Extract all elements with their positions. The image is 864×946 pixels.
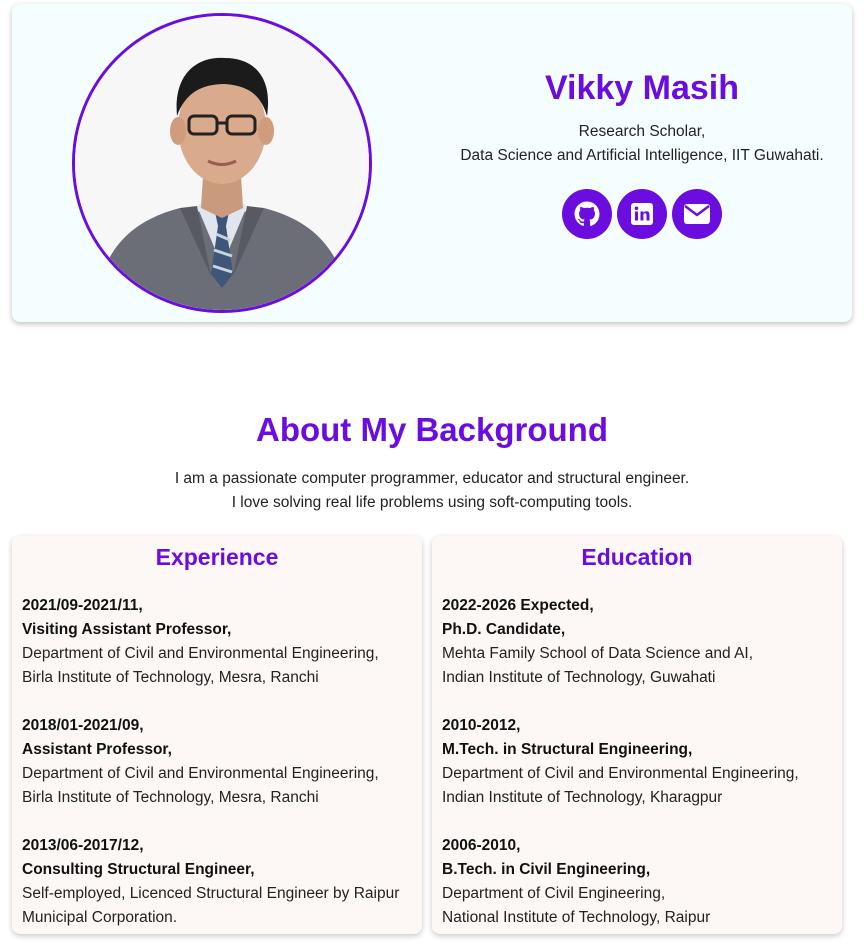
experience-item: 2021/09-2021/11, Visiting Assistant Prof… <box>22 594 412 690</box>
email-button[interactable] <box>672 189 722 239</box>
experience-detail: Self-employed, Licenced Structural Engin… <box>22 885 400 902</box>
profile-name: Vikky Masih <box>544 69 740 107</box>
education-degree: Ph.D. Candidate, <box>442 621 566 638</box>
linkedin-button[interactable] <box>617 189 667 239</box>
role-line-2: Data Science and Artificial Intelligence… <box>460 147 824 164</box>
experience-detail: Municipal Corporation. <box>22 909 178 926</box>
about-line-2: I love solving real life problems using … <box>231 494 633 511</box>
envelope-icon <box>684 204 710 224</box>
education-date: 2022-2026 Expected, <box>442 597 594 614</box>
education-detail: Mehta Family School of Data Science and … <box>442 645 754 662</box>
experience-position: Assistant Professor, <box>22 741 172 758</box>
social-links <box>432 189 852 239</box>
experience-detail: Birla Institute of Technology, Mesra, Ra… <box>22 669 319 686</box>
profile-header: Vikky Masih Research Scholar, Data Scien… <box>12 4 852 322</box>
experience-title: Experience <box>155 544 279 570</box>
profile-intro: Vikky Masih Research Scholar, Data Scien… <box>432 64 852 239</box>
education-item: 2006-2010, B.Tech. in Civil Engineering,… <box>442 834 832 930</box>
education-detail: National Institute of Technology, Raipur <box>442 909 711 926</box>
experience-item: 2013/06-2017/12, Consulting Structural E… <box>22 834 412 930</box>
experience-date: 2013/06-2017/12, <box>22 837 144 854</box>
experience-card: Experience 2021/09-2021/11, Visiting Ass… <box>12 536 422 934</box>
experience-date: 2021/09-2021/11, <box>22 597 143 614</box>
education-degree: M.Tech. in Structural Engineering, <box>442 741 693 758</box>
profile-role: Research Scholar, Data Science and Artif… <box>432 120 852 168</box>
experience-list: 2021/09-2021/11, Visiting Assistant Prof… <box>22 594 412 930</box>
education-detail: Department of Civil Engineering, <box>442 885 666 902</box>
about-text: I am a passionate computer programmer, e… <box>0 467 864 515</box>
experience-detail: Department of Civil and Environmental En… <box>22 765 379 782</box>
about-line-1: I am a passionate computer programmer, e… <box>174 470 690 487</box>
education-detail: Department of Civil and Environmental En… <box>442 765 799 782</box>
about-title: About My Background <box>256 411 608 448</box>
education-date: 2010-2012, <box>442 717 521 734</box>
profile-photo <box>75 16 369 310</box>
education-item: 2022-2026 Expected, Ph.D. Candidate, Meh… <box>442 594 832 690</box>
education-detail: Indian Institute of Technology, Kharagpu… <box>442 789 723 806</box>
role-line-1: Research Scholar, <box>578 123 706 140</box>
experience-position: Visiting Assistant Professor, <box>22 621 232 638</box>
experience-item: 2018/01-2021/09, Assistant Professor, De… <box>22 714 412 810</box>
education-title: Education <box>581 544 693 570</box>
education-date: 2006-2010, <box>442 837 521 854</box>
experience-detail: Department of Civil and Environmental En… <box>22 645 379 662</box>
github-button[interactable] <box>562 189 612 239</box>
github-icon <box>574 201 600 227</box>
experience-date: 2018/01-2021/09, <box>22 717 144 734</box>
education-list: 2022-2026 Expected, Ph.D. Candidate, Meh… <box>442 594 832 930</box>
avatar <box>72 13 372 313</box>
linkedin-icon <box>631 203 653 225</box>
education-degree: B.Tech. in Civil Engineering, <box>442 861 651 878</box>
education-item: 2010-2012, M.Tech. in Structural Enginee… <box>442 714 832 810</box>
education-card: Education 2022-2026 Expected, Ph.D. Cand… <box>432 536 842 934</box>
experience-position: Consulting Structural Engineer, <box>22 861 255 878</box>
education-detail: Indian Institute of Technology, Guwahati <box>442 669 716 686</box>
experience-detail: Birla Institute of Technology, Mesra, Ra… <box>22 789 319 806</box>
